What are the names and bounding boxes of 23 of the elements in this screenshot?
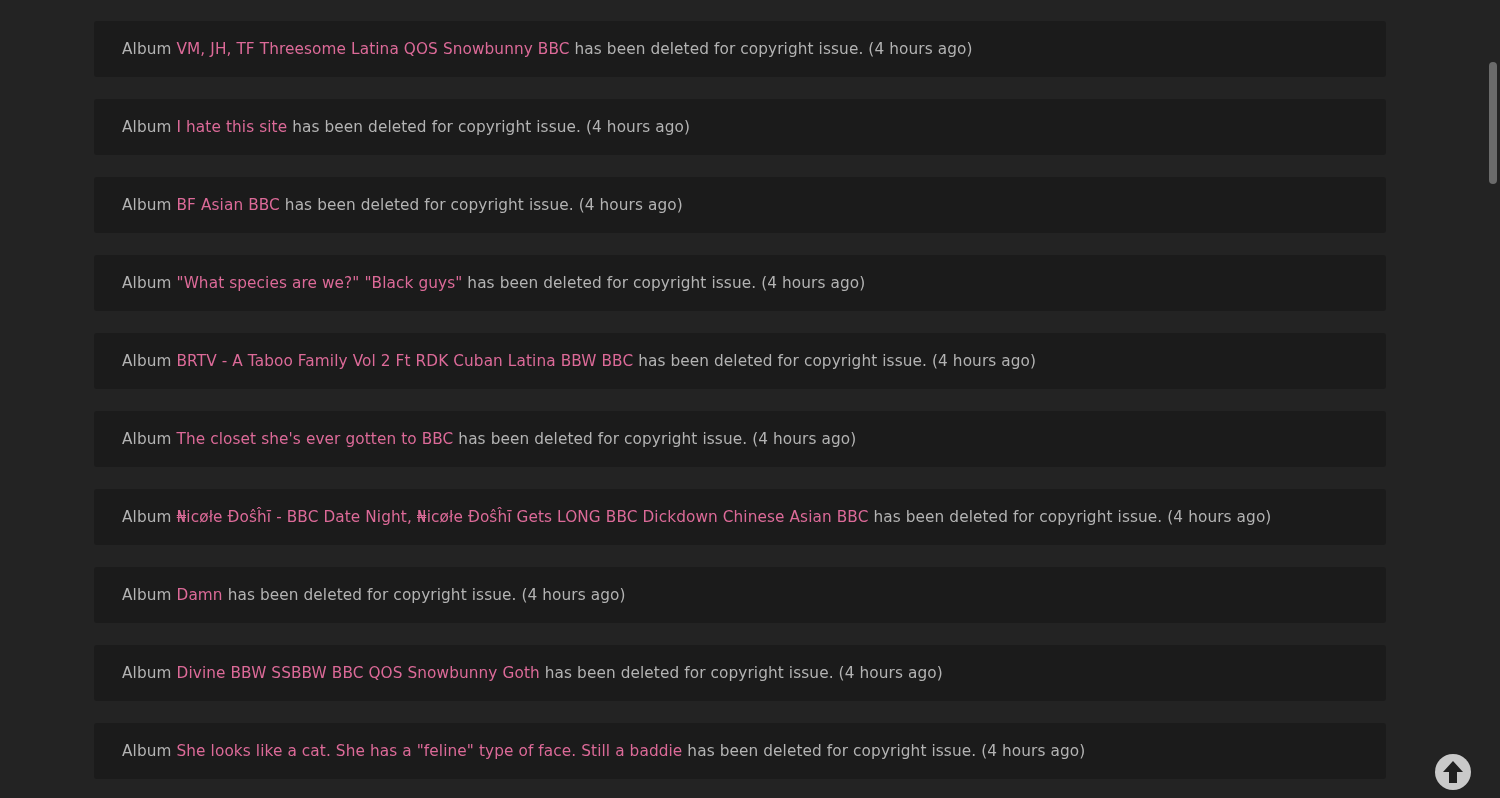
album-link[interactable]: BRTV - A Taboo Family Vol 2 Ft RDK Cuban Latina BBW BBC: [176, 352, 634, 370]
notification-text: Album Divine BBW SSBBW BBC QOS Snowbunny Goth has been deleted for copyright issue. (4 hours ago): [122, 664, 943, 682]
album-link[interactable]: Divine BBW SSBBW BBC QOS Snowbunny Goth: [176, 664, 540, 682]
notification-text: Album The closet she's ever gotten to BBC has been deleted for copyright issue. (4 hours ago): [122, 430, 857, 448]
album-link[interactable]: "What species are we?" "Black guys": [176, 274, 463, 292]
notification-text: Album BF Asian BBC has been deleted for copyright issue. (4 hours ago): [122, 196, 683, 214]
notification-text: Album BRTV - A Taboo Family Vol 2 Ft RDK Cuban Latina BBW BBC has been deleted for copyright issue. (4 hours ago): [122, 352, 1037, 370]
album-link[interactable]: The closet she's ever gotten to BBC: [176, 430, 454, 448]
notification-text: Album VM, JH, TF Threesome Latina QOS Snowbunny BBC has been deleted for copyright issue. (4 hours ago): [122, 40, 973, 58]
album-link[interactable]: VM, JH, TF Threesome Latina QOS Snowbunny BBC: [176, 40, 570, 58]
album-link[interactable]: Damn: [176, 586, 223, 604]
album-link[interactable]: She looks like a cat. She has a "feline" type of face. Still a baddie: [176, 742, 683, 760]
notification-text: Album ₦icøłe Đoŝĥī - BBC Date Night, ₦icøłe Đoŝĥī Gets LONG BBC Dickdown Chinese Asian BBC has been deleted for copyright issue. (4 hours ago): [122, 508, 1272, 526]
album-link[interactable]: ₦icøłe Đoŝĥī - BBC Date Night, ₦icøłe Đoŝĥī Gets LONG BBC Dickdown Chinese Asian BBC: [176, 508, 869, 526]
arrow-up-icon: [1443, 761, 1463, 783]
scroll-to-top-button[interactable]: [1435, 754, 1471, 790]
album-link[interactable]: I hate this site: [176, 118, 288, 136]
notification-text: Album Damn has been deleted for copyright issue. (4 hours ago): [122, 586, 626, 604]
notification-text: Album She looks like a cat. She has a "feline" type of face. Still a baddie has been deleted for copyright issue. (4 hours ago): [122, 742, 1086, 760]
scrollbar-thumb[interactable]: [1489, 62, 1497, 184]
album-link[interactable]: BF Asian BBC: [176, 196, 280, 214]
notification-text: Album I hate this site has been deleted for copyright issue. (4 hours ago): [122, 118, 691, 136]
notification-text: Album "What species are we?" "Black guys" has been deleted for copyright issue. (4 hours ago): [122, 274, 866, 292]
